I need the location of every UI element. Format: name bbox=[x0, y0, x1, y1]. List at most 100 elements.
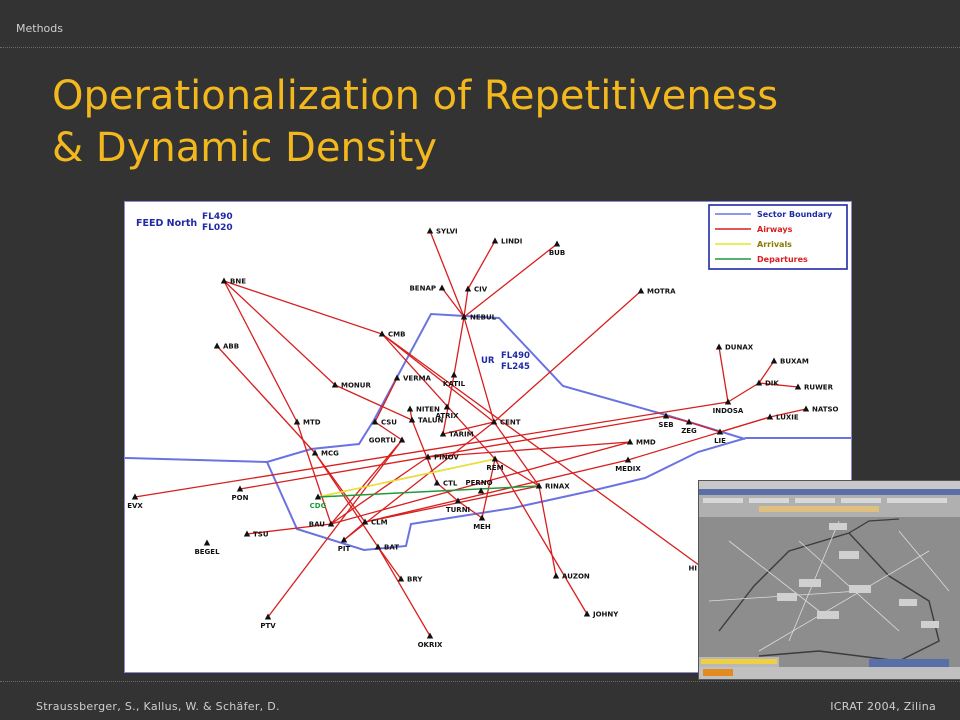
ur-fl-top-label: FL490 bbox=[501, 351, 530, 361]
waypoint-perno-label: PERNO bbox=[465, 479, 492, 487]
waypoint-pon-label: PON bbox=[232, 494, 249, 502]
airway-rem-johny bbox=[494, 458, 588, 615]
waypoint-lindi-marker bbox=[491, 237, 499, 244]
waypoint-bne-marker bbox=[220, 277, 228, 284]
legend-arrivals-label: Arrivals bbox=[757, 240, 792, 249]
waypoint-sylvi-marker bbox=[426, 227, 434, 234]
airway-bub-nebul bbox=[463, 243, 558, 318]
waypoint-abb-label: ABB bbox=[223, 343, 239, 351]
waypoint-dik-label: DIK bbox=[765, 380, 779, 388]
waypoint-natso-marker bbox=[802, 405, 810, 412]
waypoint-ctl-marker bbox=[433, 479, 441, 486]
waypoint-tsu-label: TSU bbox=[253, 531, 269, 539]
sector-fl-top-label: FL490 bbox=[202, 212, 233, 222]
footer-authors: Straussberger, S., Kallus, W. & Schäfer,… bbox=[36, 700, 280, 713]
waypoint-bry-label: BRY bbox=[407, 576, 423, 584]
legend-boundary-label: Sector Boundary bbox=[757, 210, 833, 219]
ur-label: UR bbox=[481, 356, 495, 366]
airway-civ-nebul bbox=[463, 288, 469, 318]
airway-cmb-rem bbox=[381, 333, 496, 460]
radar-screen-image bbox=[699, 481, 960, 679]
waypoint-tarim-label: TARIM bbox=[449, 431, 474, 439]
waypoint-mmd-label: MMD bbox=[636, 439, 656, 447]
waypoint-auzon-marker bbox=[552, 572, 560, 579]
airway-bat-okrix bbox=[377, 546, 431, 637]
waypoint-indosa-label: INDOSA bbox=[713, 407, 744, 415]
footer-venue: ICRAT 2004, Zilina bbox=[830, 700, 936, 713]
airway-lindi-civ bbox=[467, 240, 496, 290]
waypoint-mtd-label: MTD bbox=[303, 419, 321, 427]
waypoint-monur-label: MONUR bbox=[341, 382, 371, 390]
waypoint-begel-marker bbox=[203, 539, 211, 546]
waypoint-pinov-label: PINOV bbox=[434, 454, 459, 462]
airway-bne-monur bbox=[223, 280, 336, 386]
waypoint-ptv-label: PTV bbox=[260, 622, 276, 630]
title-line-2: & Dynamic Density bbox=[52, 125, 438, 171]
waypoint-medix-label: MEDIX bbox=[615, 465, 641, 473]
waypoint-bub-label: BUB bbox=[549, 249, 565, 257]
waypoint-clm-label: CLM bbox=[371, 519, 388, 527]
waypoint-civ-marker bbox=[464, 285, 472, 292]
waypoint-bau-label: BAU bbox=[309, 521, 326, 529]
waypoint-ruwer-label: RUWER bbox=[804, 384, 834, 392]
ur-fl-bottom-label: FL245 bbox=[501, 362, 530, 372]
airway-benap-nebul bbox=[441, 287, 465, 318]
waypoint-pit-label: PIT bbox=[338, 545, 351, 553]
airway-indosa-dunax bbox=[718, 346, 729, 403]
airway-bry-bat bbox=[377, 546, 402, 580]
waypoint-dunax-marker bbox=[715, 343, 723, 350]
waypoint-gortu-marker bbox=[398, 436, 406, 443]
waypoint-gortu-label: GORTU bbox=[369, 437, 397, 445]
waypoint-luxie-label: LUXIE bbox=[776, 414, 799, 422]
waypoint-niten-marker bbox=[406, 405, 414, 412]
waypoint-turni-label: TURNI bbox=[446, 506, 470, 514]
waypoint-cdg-label: CDG bbox=[310, 502, 327, 510]
waypoint-lindi-label: LINDI bbox=[501, 238, 522, 246]
sector-name-label: FEED North bbox=[136, 218, 197, 229]
waypoint-auzon-label: AUZON bbox=[562, 573, 590, 581]
waypoint-rinax-label: RINAX bbox=[545, 483, 570, 491]
airway-indosa-dik bbox=[727, 382, 760, 403]
waypoint-okrix-label: OKRIX bbox=[418, 641, 443, 649]
waypoint-buxam-marker bbox=[770, 357, 778, 364]
legend-departures-label: Departures bbox=[757, 255, 808, 264]
waypoint-benap-label: BENAP bbox=[409, 285, 436, 293]
waypoint-abb-marker bbox=[213, 342, 221, 349]
waypoint-lie-label: LIE bbox=[714, 437, 726, 445]
waypoint-civ-label: CIV bbox=[474, 286, 488, 294]
waypoint-sylvi-label: SYLVI bbox=[436, 228, 458, 236]
waypoint-talun-label: TALUN bbox=[418, 417, 444, 425]
waypoint-ctl-label: CTL bbox=[443, 480, 458, 488]
waypoint-begel-label: BEGEL bbox=[194, 548, 220, 556]
section-label: Methods bbox=[16, 22, 63, 35]
waypoint-seb-label: SEB bbox=[658, 421, 673, 429]
footer-divider bbox=[0, 681, 960, 682]
slide-title: Operationalization of Repetitiveness & D… bbox=[52, 70, 942, 174]
waypoint-natso-label: NATSO bbox=[812, 406, 839, 414]
departure-route bbox=[317, 485, 540, 498]
waypoint-rem-label: REM bbox=[486, 464, 503, 472]
waypoint-bat-label: BAT bbox=[384, 544, 399, 552]
airway-sylvi-nebul bbox=[429, 230, 465, 318]
waypoint-mcg-label: MCG bbox=[321, 450, 339, 458]
waypoint-johny-label: JOHNY bbox=[592, 611, 619, 619]
waypoint-mmd-marker bbox=[626, 438, 634, 445]
waypoint-nebul-label: NEBUL bbox=[470, 314, 497, 322]
header-divider bbox=[0, 47, 960, 48]
waypoint-bub-marker bbox=[553, 240, 561, 247]
waypoint-katil-label: KATIL bbox=[443, 380, 466, 388]
waypoint-hi-label: HI bbox=[689, 565, 697, 573]
waypoint-meh-label: MEH bbox=[473, 523, 491, 531]
waypoint-motra-marker bbox=[637, 287, 645, 294]
waypoint-evx-label: EVX bbox=[127, 502, 143, 510]
waypoint-motra-label: MOTRA bbox=[647, 288, 676, 296]
airway-pon-seb bbox=[239, 415, 667, 490]
waypoint-csu-label: CSU bbox=[381, 419, 397, 427]
waypoint-dunax-label: DUNAX bbox=[725, 344, 754, 352]
waypoint-meh-marker bbox=[478, 514, 486, 521]
waypoint-zeg-label: ZEG bbox=[681, 427, 697, 435]
waypoint-katil-marker bbox=[450, 371, 458, 378]
waypoint-indosa-marker bbox=[724, 398, 732, 405]
airway-verma-csu bbox=[374, 377, 398, 423]
waypoint-cent-label: CENT bbox=[500, 419, 521, 427]
